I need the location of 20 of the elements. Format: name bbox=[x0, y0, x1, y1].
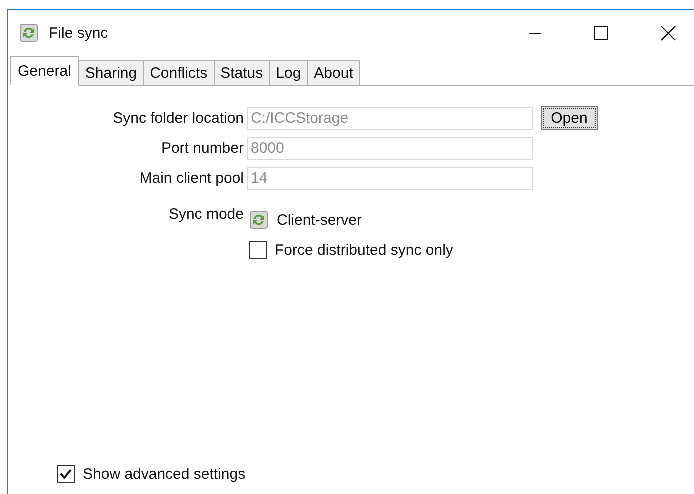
field-label: Sync folder location bbox=[112, 110, 244, 126]
tab[interactable]: General bbox=[10, 56, 80, 86]
field-label: Main client pool bbox=[138, 170, 244, 186]
window-title: File sync bbox=[49, 24, 108, 42]
sync-icon bbox=[250, 211, 268, 229]
tab[interactable]: Conflicts bbox=[144, 60, 215, 86]
field-label: Sync mode bbox=[168, 206, 244, 222]
maximize-icon[interactable] bbox=[594, 26, 608, 40]
tab[interactable]: Log bbox=[270, 60, 308, 86]
sync-mode-value: Client-server bbox=[277, 212, 362, 228]
tab[interactable]: Status bbox=[214, 60, 270, 86]
tab[interactable]: Sharing bbox=[79, 60, 144, 86]
sync-icon bbox=[20, 24, 38, 42]
tab[interactable]: About bbox=[308, 60, 360, 86]
field-label: Port number bbox=[160, 140, 244, 156]
checkbox[interactable] bbox=[57, 465, 75, 483]
checkbox[interactable] bbox=[249, 241, 267, 259]
close-icon[interactable] bbox=[661, 26, 676, 40]
checkbox-label: Force distributed sync only bbox=[275, 242, 454, 258]
checkbox-label: Show advanced settings bbox=[83, 466, 246, 482]
